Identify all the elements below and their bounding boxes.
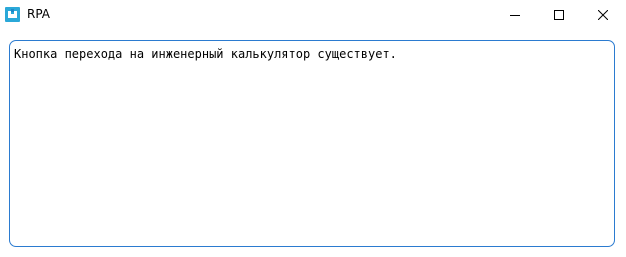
minimize-button[interactable] xyxy=(493,0,537,29)
close-button[interactable] xyxy=(581,0,625,29)
maximize-icon xyxy=(554,5,564,24)
message-text: Кнопка перехода на инженерный калькулято… xyxy=(14,47,397,61)
message-textbox[interactable]: Кнопка перехода на инженерный калькулято… xyxy=(9,40,615,247)
maximize-button[interactable] xyxy=(537,0,581,29)
rpa-window: RPA Кнопка перехода на инженерный кальку… xyxy=(0,0,626,257)
window-title: RPA xyxy=(27,7,51,21)
title-bar[interactable]: RPA xyxy=(0,0,626,30)
close-icon xyxy=(597,5,609,24)
minimize-icon xyxy=(510,5,520,24)
rpa-app-icon xyxy=(5,7,20,22)
